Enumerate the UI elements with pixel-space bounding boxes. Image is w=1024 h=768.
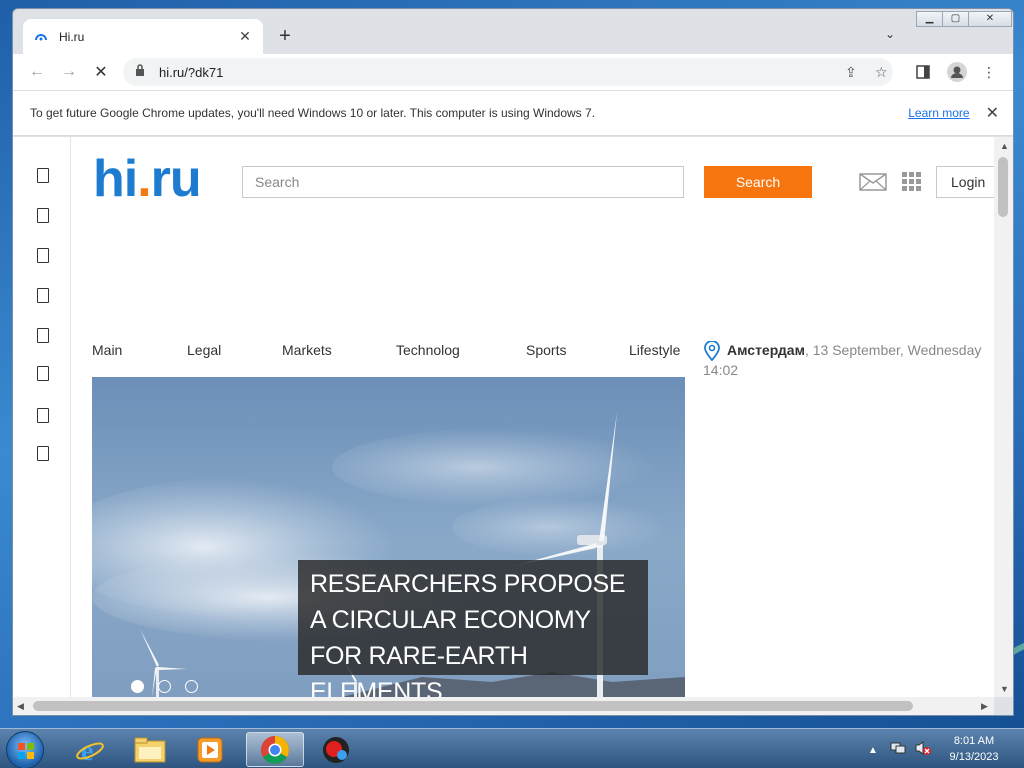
scroll-down-icon[interactable]: ▼ [1000,684,1009,694]
nav-legal[interactable]: Legal [187,342,221,358]
new-tab-button[interactable]: + [273,25,297,49]
nav-sports[interactable]: Sports [526,342,566,358]
horizontal-scrollbar[interactable]: ◀ ▶ [13,697,994,715]
scroll-right-icon[interactable]: ▶ [981,701,988,712]
site-logo[interactable]: hi.ru [93,149,202,209]
bookmark-star-icon[interactable]: ☆ [875,64,888,81]
tab-search-chevron-icon[interactable]: ⌄ [885,27,895,41]
slider-dot-3[interactable] [185,680,198,693]
left-icon-rail [13,137,71,697]
app-red-circle-icon[interactable] [312,732,360,767]
nav-technology[interactable]: Technolog [396,342,460,358]
location-pin-icon[interactable] [703,340,721,362]
learn-more-link[interactable]: Learn more [908,106,969,120]
clock-date: 9/13/2023 [949,751,999,763]
url-text: hi.ru/?dk71 [159,64,224,80]
search-button[interactable]: Search [704,166,812,198]
start-button[interactable] [6,731,44,768]
media-player-icon[interactable] [186,732,234,767]
chrome-taskbar-icon[interactable] [246,732,304,767]
infobar-message: To get future Google Chrome updates, you… [30,106,596,120]
side-panel-icon[interactable] [911,60,935,84]
nav-lifestyle[interactable]: Lifestyle [629,342,680,358]
tray-expand-icon[interactable]: ▲ [868,745,878,756]
rail-item-2[interactable] [37,208,49,223]
rail-item-6[interactable] [37,366,49,381]
back-arrow-icon[interactable]: ← [23,58,51,86]
logo-dot: . [137,150,151,208]
system-tray: ▲ [868,735,932,765]
network-icon[interactable] [890,740,906,761]
windows-taskbar: e ▲ 8:01 AM 9/13/2023 [0,728,1024,768]
tab-close-icon[interactable]: ✕ [237,28,253,45]
rail-item-3[interactable] [37,248,49,263]
search-input[interactable]: Search [242,166,684,198]
scroll-up-icon[interactable]: ▲ [1000,141,1009,151]
slider-dot-1[interactable] [131,680,144,693]
window-controls: ▁ ▢ ✕ [916,11,1012,27]
rail-item-4[interactable] [37,288,49,303]
main-nav: Main Legal Markets Technolog Sports Life… [92,342,692,362]
clock-time: 8:01 AM [953,735,995,747]
slider-dot-2[interactable] [158,680,171,693]
volume-muted-icon[interactable] [914,740,932,761]
nav-markets[interactable]: Markets [282,342,332,358]
forward-arrow-icon[interactable]: → [55,58,83,86]
profile-avatar-icon[interactable] [945,60,969,84]
location-weather: Амстердам, 13 September, Wednesday 14:02 [703,340,1003,380]
nav-main[interactable]: Main [92,342,122,358]
browser-window: Hi.ru ✕ + ⌄ ▁ ▢ ✕ ← → ✕ hi.ru/?dk71 ⇪ ☆ … [12,8,1014,716]
infobar-close-icon[interactable]: ✕ [986,103,999,123]
rail-item-8[interactable] [37,446,49,461]
rail-item-1[interactable] [37,168,49,183]
vertical-scrollbar[interactable]: ▲ ▼ [994,137,1013,697]
file-explorer-icon[interactable] [126,732,174,767]
internet-explorer-icon[interactable]: e [66,732,114,767]
taskbar-clock[interactable]: 8:01 AM 9/13/2023 [942,733,1006,765]
hero-headline[interactable]: RESEARCHERS PROPOSE A CIRCULAR ECONOMY F… [298,560,648,697]
menu-kebab-icon[interactable]: ⋮ [977,60,1001,84]
maximize-button[interactable]: ▢ [942,11,969,27]
vertical-scroll-thumb[interactable] [998,157,1008,217]
page-viewport: hi.ru Search Search Login Main Legal Mar… [13,137,1013,697]
svg-text:e: e [81,736,93,765]
city-name[interactable]: Амстердам [727,342,805,358]
hero-slider[interactable]: RESEARCHERS PROPOSE A CIRCULAR ECONOMY F… [92,377,685,697]
tab-title: Hi.ru [59,29,85,44]
close-window-button[interactable]: ✕ [968,11,1012,27]
logo-ru: ru [150,150,202,208]
tab-hi-ru[interactable]: Hi.ru ✕ [23,19,263,54]
current-time: 14:02 [703,362,739,378]
tab-strip: Hi.ru ✕ + ⌄ ▁ ▢ ✕ [13,9,1013,54]
stop-loading-icon[interactable]: ✕ [87,58,115,86]
lock-icon [135,63,149,81]
rail-item-5[interactable] [37,328,49,343]
mail-icon[interactable] [859,173,887,191]
scroll-left-icon[interactable]: ◀ [17,701,24,712]
windows-logo-icon [18,743,34,759]
logo-hi: hi [93,150,138,208]
apps-grid-icon[interactable] [902,172,922,192]
address-bar[interactable]: hi.ru/?dk71 ⇪ ☆ [123,58,893,86]
update-infobar: To get future Google Chrome updates, you… [13,90,1013,136]
rail-item-7[interactable] [37,408,49,423]
current-date: , 13 September, Wednesday [804,342,982,358]
loading-icon [33,29,49,45]
share-icon[interactable]: ⇪ [845,64,857,81]
minimize-button[interactable]: ▁ [916,11,943,27]
browser-toolbar: ← → ✕ hi.ru/?dk71 ⇪ ☆ ⋮ [13,54,1013,90]
horizontal-scroll-thumb[interactable] [33,701,913,711]
